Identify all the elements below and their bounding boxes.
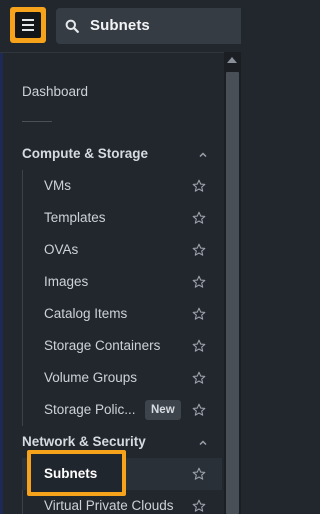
star-outline-icon[interactable] <box>192 243 206 257</box>
hamburger-menu-icon <box>15 12 41 38</box>
chevron-up-icon <box>199 152 207 158</box>
star-outline-icon[interactable] <box>192 371 206 385</box>
nav-item-label: Catalog Items <box>44 306 128 321</box>
scrollbar-thumb[interactable] <box>226 72 239 514</box>
star-outline-icon[interactable] <box>192 339 206 353</box>
star-outline-icon[interactable] <box>192 179 206 193</box>
nav-item-label: Subnets <box>44 466 98 481</box>
scroll-up-arrow-icon[interactable] <box>227 57 237 63</box>
section-divider <box>22 121 52 122</box>
nav-item-label: OVAs <box>44 242 79 257</box>
nav-item-volume-groups[interactable]: Volume Groups <box>22 362 222 394</box>
chevron-up-icon <box>199 440 207 446</box>
nav-item-templates[interactable]: Templates <box>22 202 222 234</box>
star-outline-icon[interactable] <box>192 403 206 417</box>
nav-item-label: Volume Groups <box>44 370 138 385</box>
search-input[interactable]: Subnets <box>56 8 241 44</box>
new-badge: New <box>145 400 181 420</box>
nav-item-vms[interactable]: VMs <box>22 170 222 202</box>
window-edge <box>0 0 3 514</box>
nav-item-virtual-private-clouds[interactable]: Virtual Private Clouds <box>22 490 222 514</box>
nav-item-catalog-items[interactable]: Catalog Items <box>22 298 222 330</box>
star-outline-icon[interactable] <box>192 467 206 481</box>
app-frame: Subnets Dashboard Compute & Storage VMs … <box>0 0 241 514</box>
header-divider <box>0 52 224 53</box>
nav-item-label: Images <box>44 274 89 289</box>
nav-item-storage-containers[interactable]: Storage Containers <box>22 330 222 362</box>
nav-item-subnets[interactable]: Subnets <box>22 458 222 490</box>
nav-item-label: Storage Polic... <box>44 402 136 417</box>
top-bar: Subnets <box>0 0 241 52</box>
nav-item-images[interactable]: Images <box>22 266 222 298</box>
search-icon <box>65 19 79 33</box>
star-outline-icon[interactable] <box>192 307 206 321</box>
nav-item-ovas[interactable]: OVAs <box>22 234 222 266</box>
nav-item-label: Storage Containers <box>44 338 161 353</box>
nav-item-label: Templates <box>44 210 106 225</box>
nav-item-label: Virtual Private Clouds <box>44 498 174 513</box>
nav-link-dashboard[interactable]: Dashboard <box>22 84 88 99</box>
section-title: Network & Security <box>22 434 146 449</box>
hamburger-menu-button[interactable] <box>10 7 46 43</box>
star-outline-icon[interactable] <box>192 499 206 513</box>
nav-item-label: VMs <box>44 178 71 193</box>
search-query-text: Subnets <box>90 17 150 34</box>
nav-item-storage-policies[interactable]: Storage Polic... New <box>22 394 222 426</box>
section-header-compute-storage[interactable]: Compute & Storage <box>22 146 222 166</box>
star-outline-icon[interactable] <box>192 211 206 225</box>
star-outline-icon[interactable] <box>192 275 206 289</box>
section-title: Compute & Storage <box>22 146 149 161</box>
